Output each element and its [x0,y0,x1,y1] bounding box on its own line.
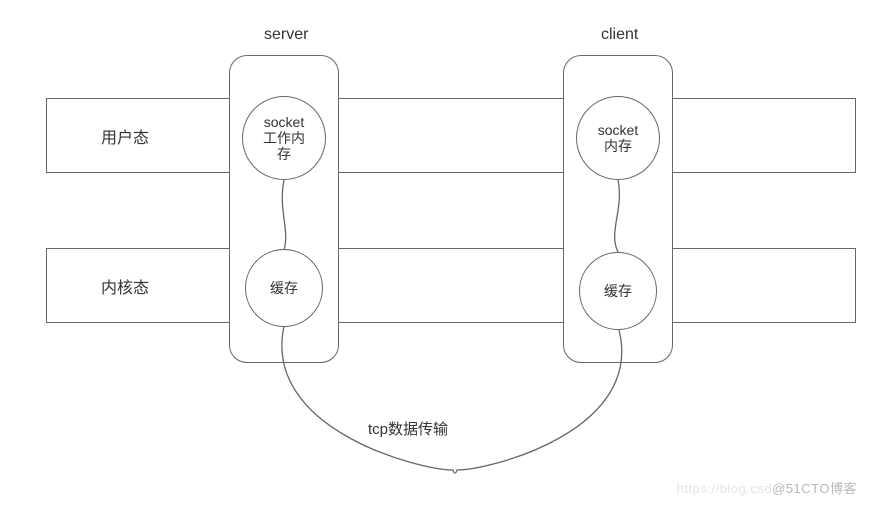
watermark-strong: @51CTO博客 [772,481,857,496]
layer-kernel-space: 内核态 [46,248,856,323]
layer-user-label: 用户态 [101,124,149,148]
server-cache-circle: 缓存 [245,249,323,327]
title-server: server [264,26,308,44]
watermark-faint: https://blog.csd [677,481,772,496]
client-cache-circle: 缓存 [579,252,657,330]
layer-user-space: 用户态 [46,98,856,173]
server-socket-circle: socket 工作内 存 [242,96,326,180]
layer-kernel-label: 内核态 [101,274,149,298]
transport-label: tcp数据传输 [368,418,448,439]
watermark: https://blog.csd@51CTO博客 [677,478,857,497]
title-client: client [601,26,638,44]
diagram-stage: 用户态 内核态 server client socket 工作内 存 缓存 so… [0,0,881,515]
client-socket-circle: socket 内存 [576,96,660,180]
